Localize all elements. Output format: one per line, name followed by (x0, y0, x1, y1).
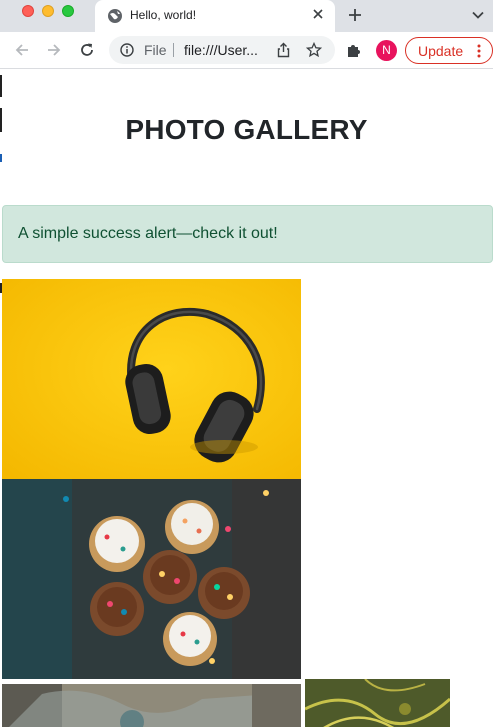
tab-strip: Hello, world! (0, 0, 493, 32)
close-icon[interactable] (311, 7, 325, 21)
close-window-button[interactable] (22, 5, 34, 17)
minimize-window-button[interactable] (42, 5, 54, 17)
success-alert: A simple success alert—check it out! (2, 205, 493, 263)
back-arrow-icon[interactable] (13, 41, 31, 59)
page-edge-artifact (0, 154, 2, 162)
gallery-photo-cupcakes[interactable] (2, 479, 301, 679)
extensions-puzzle-icon[interactable] (345, 41, 363, 59)
update-button[interactable]: Update (405, 37, 493, 64)
more-menu-icon[interactable] (477, 44, 481, 58)
forward-arrow-icon[interactable] (45, 41, 63, 59)
url-text[interactable]: file:///User... (184, 42, 258, 58)
scheme-label: File (144, 42, 167, 58)
tab-hello-world[interactable]: Hello, world! (95, 0, 335, 32)
foliage-photo-image (305, 679, 450, 727)
update-label: Update (418, 43, 464, 59)
info-icon[interactable] (120, 43, 134, 57)
page-title: PHOTO GALLERY (125, 114, 368, 145)
gallery-photo-4[interactable] (305, 679, 450, 727)
omnibox-divider (173, 43, 174, 57)
page-edge-artifact (0, 75, 2, 97)
gallery-photo-3[interactable] (2, 684, 301, 727)
share-icon[interactable] (276, 42, 291, 58)
alert-text: A simple success alert—check it out! (18, 225, 278, 242)
globe-icon (108, 9, 122, 23)
partial-photo-image (2, 684, 301, 727)
bookmark-star-icon[interactable] (306, 42, 322, 58)
gallery-photo-headphones[interactable] (2, 279, 301, 479)
cupcakes-image (2, 479, 301, 679)
web-page-content: PHOTO GALLERY A simple success alert—che… (0, 70, 493, 727)
profile-avatar[interactable]: N (376, 40, 397, 61)
reload-icon[interactable] (78, 41, 96, 59)
zoom-window-button[interactable] (62, 5, 74, 17)
headphones-image (2, 279, 301, 479)
chevron-down-icon[interactable] (471, 8, 485, 22)
address-bar[interactable]: File file:///User... (109, 36, 335, 64)
tab-title: Hello, world! (130, 8, 197, 22)
new-tab-plus-icon[interactable] (346, 6, 364, 24)
